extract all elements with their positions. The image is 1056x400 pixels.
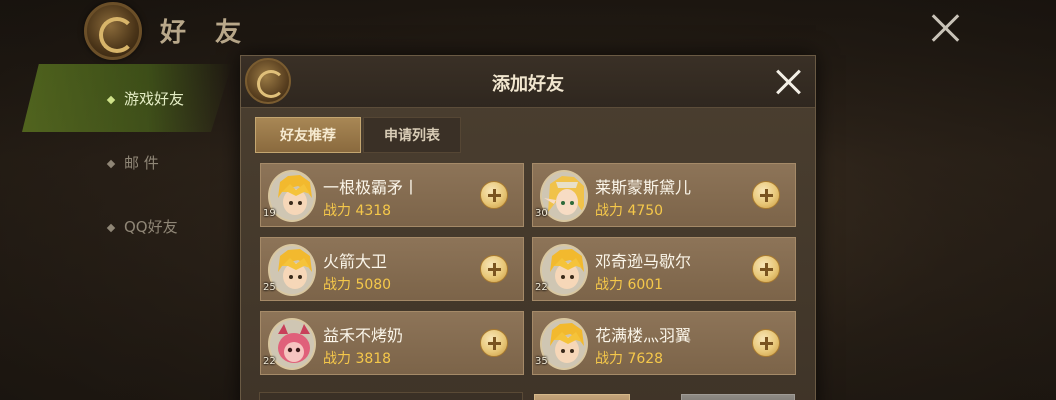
add-friend-plus-icon[interactable] xyxy=(480,255,508,283)
sidebar-item-mail[interactable]: 邮 件 xyxy=(106,152,159,173)
player-power: 战力 7628 xyxy=(595,351,664,367)
player-name: 火箭大卫 xyxy=(323,252,388,271)
diamond-bullet-icon xyxy=(106,159,116,168)
add-friend-plus-icon[interactable] xyxy=(480,329,508,357)
bottom-button-secondary[interactable] xyxy=(681,394,795,400)
diamond-bullet-icon xyxy=(106,95,116,104)
player-level: 30 xyxy=(535,208,548,219)
close-icon[interactable] xyxy=(930,12,962,44)
player-card[interactable]: 22 益禾不烤奶战力 3818 xyxy=(260,311,524,375)
player-name: 一根极霸矛丨 xyxy=(323,178,420,197)
player-card[interactable]: 35 花满楼灬羽翼 战力 7628 xyxy=(532,311,796,375)
player-power: 战力 4750 xyxy=(595,203,664,219)
friends-emblem-icon xyxy=(84,2,142,60)
player-name: 益禾不烤奶 xyxy=(323,326,404,345)
player-level: 25 xyxy=(263,282,276,293)
dialog-title: 添加好友 xyxy=(492,74,564,95)
dialog-close-icon[interactable] xyxy=(775,68,803,96)
add-friend-dialog: 添加好友 好友推荐 申请列表 19 一根极霸矛丨 战力 4318 30 莱斯蒙斯黛儿 战力… xyxy=(240,55,816,400)
player-level: 19 xyxy=(263,208,276,219)
add-friend-plus-icon[interactable] xyxy=(480,181,508,209)
bottom-bar xyxy=(259,392,523,400)
player-card[interactable]: 30 莱斯蒙斯黛儿 战力 4750 xyxy=(532,163,796,227)
sidebar-item-label: 游戏好友 xyxy=(124,90,185,108)
player-card[interactable]: 19 一根极霸矛丨 战力 4318 xyxy=(260,163,524,227)
page-title: 好 友 xyxy=(160,18,252,48)
tab-requests[interactable]: 申请列表 xyxy=(363,117,461,153)
player-power: 战力 6001 xyxy=(595,277,664,293)
player-power: 战力 3818 xyxy=(323,351,392,367)
player-power: 战力 5080 xyxy=(323,277,392,293)
player-name: 邓奇逊马歇尔 xyxy=(595,252,692,271)
sidebar-item-label: 邮 件 xyxy=(124,154,159,172)
add-friend-plus-icon[interactable] xyxy=(752,255,780,283)
add-friend-plus-icon[interactable] xyxy=(752,329,780,357)
player-name: 花满楼灬羽翼 xyxy=(595,326,692,345)
add-friend-plus-icon[interactable] xyxy=(752,181,780,209)
player-name: 莱斯蒙斯黛儿 xyxy=(595,178,692,197)
bottom-button-primary[interactable] xyxy=(534,394,630,400)
diamond-bullet-icon xyxy=(106,223,116,232)
player-level: 22 xyxy=(535,282,548,293)
tab-recommended[interactable]: 好友推荐 xyxy=(255,117,361,153)
dialog-header: 添加好友 xyxy=(241,56,815,108)
sidebar-item-label: QQ好友 xyxy=(124,218,178,236)
player-power: 战力 4318 xyxy=(323,203,392,219)
player-level: 35 xyxy=(535,356,548,367)
player-level: 22 xyxy=(263,356,276,367)
sidebar-item-game-friends[interactable]: 游戏好友 xyxy=(106,88,185,109)
sidebar-item-qq-friends[interactable]: QQ好友 xyxy=(106,216,178,237)
player-card[interactable]: 22 邓奇逊马歇尔 战力 6001 xyxy=(532,237,796,301)
player-card[interactable]: 25 火箭大卫战力 5080 xyxy=(260,237,524,301)
